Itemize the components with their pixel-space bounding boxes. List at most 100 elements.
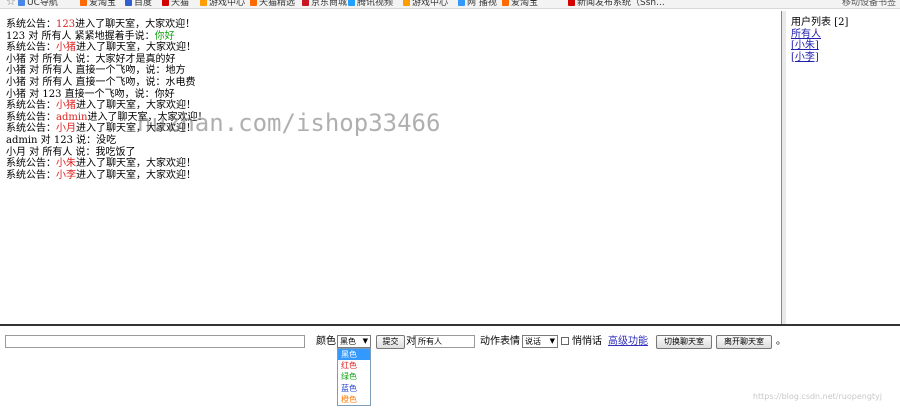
bookmark-item[interactable]: 网 播视	[458, 0, 497, 8]
action-select-value: 说话	[525, 337, 541, 346]
color-dropdown-list: 黑色 红色 绿色 蓝色 橙色	[337, 348, 371, 406]
user-item-xiaoli[interactable]: [小李]	[791, 52, 900, 64]
bookmark-item[interactable]: 爱淘宝	[80, 0, 117, 8]
bookmark-label: UC导航	[27, 0, 58, 8]
chat-text: 系统公告：	[6, 169, 56, 181]
trailing-dot: 。	[776, 336, 786, 347]
bookmark-item[interactable]: 游戏中心	[200, 0, 246, 8]
watermark-text: huzhan.com/ishop33466	[137, 109, 441, 137]
chat-message: 小猪 对 所有人 说：大家好才是真的好	[6, 54, 781, 66]
color-option[interactable]: 蓝色	[338, 383, 370, 394]
chat-highlight: 小朱	[56, 158, 76, 170]
bookmark-label: 游戏中心	[412, 0, 449, 8]
user-item-all[interactable]: 所有人	[791, 29, 900, 41]
chat-message: 系统公告：小朱进入了聊天室，大家欢迎！	[6, 158, 781, 170]
footer-watermark: https://blog.csdn.net/ruopengtyj	[752, 392, 882, 401]
bookmark-favicon-icon	[125, 0, 132, 6]
chat-text: 进入了聊天室，大家欢迎！	[76, 42, 196, 54]
bookmark-label: 腾讯视频	[357, 0, 394, 8]
chat-text: 进入了聊天室，大家欢迎！	[75, 19, 196, 30]
chat-message: 小月 对 所有人 说：我吃饭了	[6, 147, 781, 159]
bookmark-favicon-icon	[80, 0, 87, 6]
whisper-label: 悄悄话	[572, 336, 602, 347]
leave-room-button[interactable]: 离开聊天室	[716, 335, 772, 349]
bookmark-favicon-icon	[162, 0, 169, 6]
bookmarks-bar: ☆ UC导航 爱淘宝 百度 天猫 游戏中心 天猫精选 京东商城 腾讯视频 游戏中心 网 播视 爱淘宝…	[0, 0, 900, 9]
dropdown-arrow-icon: ▼	[362, 337, 368, 345]
bookmark-label: 爱淘宝	[511, 0, 539, 8]
bookmark-label: 新闻发布系统（Ssh...	[577, 0, 665, 8]
color-option[interactable]: 黑色	[338, 349, 370, 361]
chat-text: 小猪 对 所有人 说：大家好才是真的好	[6, 53, 176, 65]
bookmark-item[interactable]: 爱淘宝	[502, 0, 539, 8]
chat-highlight: 小猪	[56, 42, 76, 54]
chat-text: 123 对 所有人 紧紧地握着手说：	[6, 30, 155, 42]
color-option[interactable]: 红色	[338, 360, 370, 371]
mobile-bookmarks-link[interactable]: 移动设备书签	[842, 0, 896, 8]
chat-text: 系统公告：	[6, 158, 56, 170]
star-icon[interactable]: ☆	[6, 0, 16, 8]
color-option[interactable]: 橙色	[338, 394, 370, 405]
bookmark-item[interactable]: 天猫精选	[250, 0, 296, 8]
chat-highlight: 123	[56, 19, 76, 30]
chat-message: 系统公告：123进入了聊天室，大家欢迎！	[6, 19, 781, 31]
bookmark-favicon-icon	[302, 0, 309, 6]
advanced-features-link[interactable]: 高级功能	[608, 335, 648, 349]
color-label: 颜色	[316, 336, 336, 347]
chat-text: 系统公告：	[6, 100, 56, 112]
chat-message: 123 对 所有人 紧紧地握着手说：你好	[6, 31, 781, 43]
user-list-title: 用户列表 [2]	[791, 17, 849, 28]
bookmark-label: 爱淘宝	[89, 0, 117, 8]
bookmark-item[interactable]: 天猫	[162, 0, 190, 8]
chat-text: 系统公告：	[6, 19, 56, 30]
bookmark-label: 游戏中心	[209, 0, 246, 8]
user-item-xiaozhu[interactable]: [小朱]	[791, 40, 900, 52]
chat-message: 小猪 对 123 直接一个飞吻，说：你好	[6, 89, 781, 101]
color-select[interactable]: 黑色 ▼	[337, 335, 371, 348]
chat-text: 小猪 对 所有人 直接一个飞吻，说：地方	[6, 65, 186, 77]
chat-message: 系统公告：小猪进入了聊天室，大家欢迎！	[6, 42, 781, 54]
chat-text: 系统公告：	[6, 111, 56, 123]
bookmark-label: 百度	[134, 0, 153, 8]
chat-highlight: admin	[56, 111, 88, 123]
user-list-panel: 用户列表 [2] 所有人 [小朱] [小李]	[786, 11, 900, 324]
bookmark-item[interactable]: 京东商城	[302, 0, 348, 8]
bookmark-favicon-icon	[348, 0, 355, 6]
bookmark-favicon-icon	[403, 0, 410, 6]
chat-highlight: 你好	[154, 30, 175, 42]
bookmark-favicon-icon	[250, 0, 257, 6]
bookmark-label: 网 播视	[467, 0, 497, 8]
target-user-input[interactable]: 所有人	[415, 335, 475, 348]
chat-message: 小猪 对 所有人 直接一个飞吻，说：水电费	[6, 77, 781, 89]
bookmark-favicon-icon	[200, 0, 207, 6]
action-select[interactable]: 说话 ▼	[522, 335, 558, 348]
bookmark-item[interactable]: 腾讯视频	[348, 0, 394, 8]
chat-message: 系统公告：小李进入了聊天室，大家欢迎！	[6, 170, 781, 182]
bookmark-label: 天猫精选	[259, 0, 296, 8]
chat-text: admin 对 123 说：没吃	[6, 134, 117, 146]
whisper-checkbox[interactable]	[561, 337, 569, 345]
message-input[interactable]	[5, 335, 305, 348]
bookmark-favicon-icon	[568, 0, 575, 6]
chat-text: 进入了聊天室，大家欢迎！	[76, 158, 196, 170]
chat-message: 小猪 对 所有人 直接一个飞吻，说：地方	[6, 65, 781, 77]
bookmark-label: 京东商城	[311, 0, 348, 8]
bookmark-item[interactable]: UC导航	[18, 0, 58, 8]
chat-text: 小月 对 所有人 说：我吃饭了	[6, 146, 136, 158]
bookmark-label: 天猫	[171, 0, 190, 8]
bookmark-favicon-icon	[502, 0, 509, 6]
bookmark-favicon-icon	[18, 0, 25, 6]
chat-highlight: 小月	[56, 123, 76, 135]
chat-text: 系统公告：	[6, 42, 56, 54]
color-option[interactable]: 绿色	[338, 371, 370, 382]
switch-room-button[interactable]: 切换聊天室	[656, 335, 712, 349]
color-select-value: 黑色	[340, 337, 356, 346]
bookmark-item[interactable]: 百度	[125, 0, 153, 8]
chat-highlight: 小李	[56, 169, 76, 181]
submit-button[interactable]: 提交	[376, 335, 405, 349]
chat-text: 小猪 对 123 直接一个飞吻，说：你好	[6, 88, 175, 100]
bookmark-item[interactable]: 游戏中心	[403, 0, 449, 8]
bookmark-item[interactable]: 新闻发布系统（Ssh...	[568, 0, 665, 8]
chat-log: 系统公告：123进入了聊天室，大家欢迎！ 123 对 所有人 紧紧地握着手说：你好…	[0, 11, 782, 324]
bookmark-favicon-icon	[458, 0, 465, 6]
